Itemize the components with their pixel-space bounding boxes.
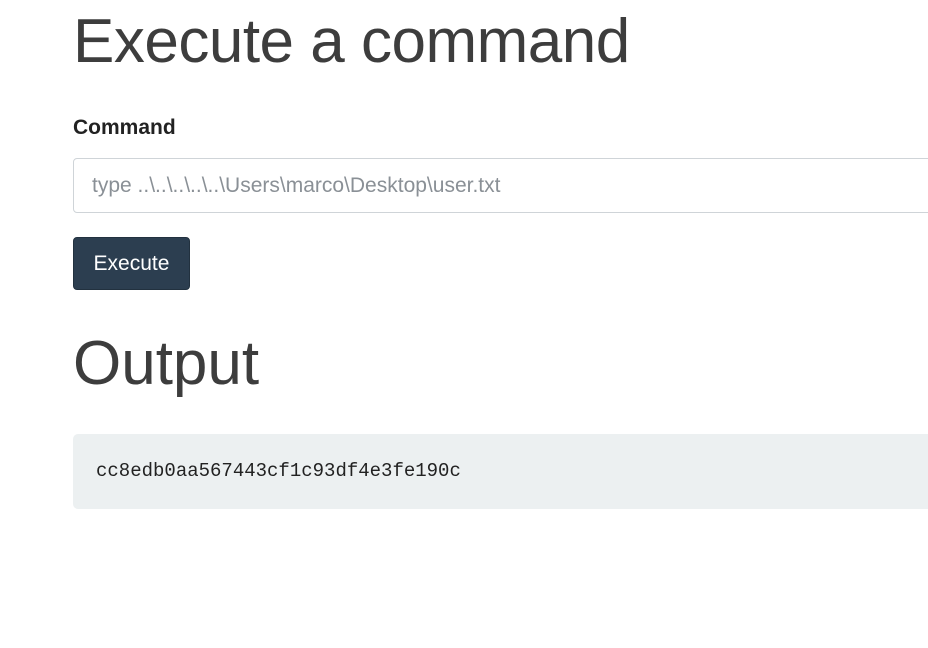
output-box: cc8edb0aa567443cf1c93df4e3fe190c	[73, 434, 928, 509]
page: Execute a command Command Execute Output…	[0, 0, 928, 648]
command-input[interactable]	[73, 158, 928, 213]
command-label: Command	[73, 116, 176, 139]
execute-button[interactable]: Execute	[73, 237, 190, 290]
output-heading: Output	[73, 329, 260, 398]
page-title: Execute a command	[73, 7, 630, 76]
